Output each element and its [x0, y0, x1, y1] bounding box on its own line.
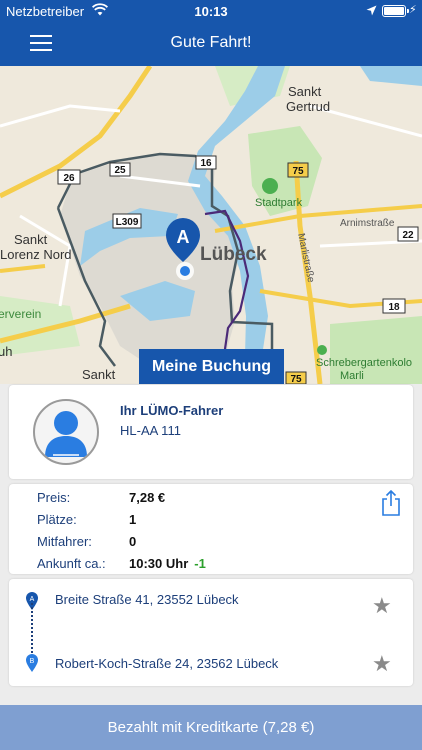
page-title: Gute Fahrt! [170, 34, 252, 51]
status-time: 10:13 [194, 4, 228, 19]
booking-info-card: Preis: 7,28 € Plätze: 1 Mitfahrer: 0 Ank… [9, 484, 413, 574]
navigation-bar: Gute Fahrt! [0, 22, 422, 66]
driver-card: Ihr LÜMO-Fahrer HL-AA 111 [9, 385, 413, 479]
battery-icon [382, 5, 409, 17]
location-arrow-icon [366, 4, 377, 19]
map-label-sankt-lorenz-1: Sankt [14, 232, 48, 247]
favorite-to-star-icon[interactable]: ★ [372, 653, 392, 675]
map-canvas: 25 16 26 75 L309 22 18 75 Sankt Gertrud … [0, 66, 422, 384]
road-shield-75-south: 75 [290, 374, 302, 384]
end-pin-label: B [30, 658, 35, 665]
driver-avatar-icon [33, 399, 99, 465]
seats-value: 1 [129, 512, 137, 527]
to-address: Robert-Koch-Straße 24, 23562 Lübeck [55, 656, 279, 671]
arrival-label: Ankunft ca.: [37, 556, 106, 571]
arrival-delta: -1 [194, 556, 206, 571]
charging-icon: ⚡ [409, 4, 417, 16]
payment-status-button[interactable]: Bezahlt mit Kreditkarte (7,28 €) [0, 705, 422, 750]
passengers-label: Mitfahrer: [37, 534, 92, 549]
seats-label: Plätze: [37, 512, 77, 527]
driver-license-plate: HL-AA 111 [120, 423, 181, 438]
favorite-from-star-icon[interactable]: ★ [372, 595, 392, 617]
map-label-erverein: erverein [0, 307, 41, 321]
map-label-schrebergarten-1: Schrebergartenkolo [316, 357, 412, 369]
road-shield-16: 16 [200, 158, 212, 169]
from-address: Breite Straße 41, 23552 Lübeck [55, 592, 239, 607]
road-shield-l309: L309 [116, 217, 139, 228]
passengers-value: 0 [129, 534, 137, 549]
road-shield-22: 22 [402, 230, 414, 241]
map-label-schrebergarten-2: Marli [340, 370, 364, 382]
route-card: A Breite Straße 41, 23552 Lübeck ★ B Rob… [9, 579, 413, 686]
my-booking-button[interactable]: Meine Buchung [139, 349, 284, 384]
map-label-luebeck: Lübeck [200, 244, 267, 265]
road-shield-75: 75 [292, 166, 304, 177]
map-label-arnimstrasse: Arnimstraße [340, 218, 395, 229]
arrival-time: 10:30 Uhr [129, 556, 189, 571]
map-label-sankt-bottom: Sankt [82, 367, 116, 382]
map-label-stadtpark: Stadtpark [255, 197, 303, 209]
map-view[interactable]: 25 16 26 75 L309 22 18 75 Sankt Gertrud … [0, 66, 422, 384]
map-label-sankt-gertrud-2: Gertrud [286, 99, 330, 114]
map-label-sankt-gertrud-1: Sankt [288, 84, 322, 99]
pickup-marker-label: A [177, 227, 190, 247]
map-label-sankt-lorenz-2: Lorenz Nord [0, 247, 72, 262]
arrival-value: 10:30 Uhr -1 [129, 556, 206, 571]
price-label: Preis: [37, 490, 71, 505]
status-bar: Netzbetreiber 10:13 ⚡ [0, 0, 422, 22]
road-shield-26: 26 [63, 173, 75, 184]
map-label-uh: uh [0, 344, 12, 359]
map-label-marlistrasse: Marlistraße [295, 232, 316, 284]
driver-title: Ihr LÜMO-Fahrer [120, 403, 224, 418]
share-icon[interactable] [379, 489, 403, 516]
route-connector [31, 603, 33, 653]
end-pin-icon: B [25, 653, 39, 673]
road-shield-25: 25 [114, 165, 126, 176]
price-value: 7,28 € [129, 490, 166, 505]
road-shield-18: 18 [388, 302, 400, 313]
start-pin-label: A [30, 596, 35, 603]
